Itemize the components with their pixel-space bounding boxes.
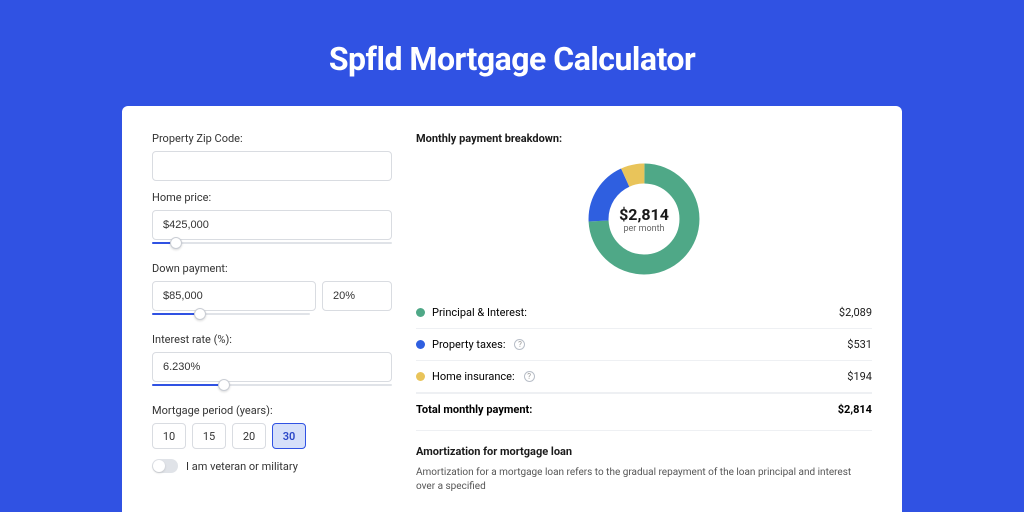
total-value: $2,814 — [838, 403, 872, 416]
donut-amount: $2,814 — [619, 205, 669, 224]
zip-input[interactable] — [152, 151, 392, 181]
donut-sub: per month — [623, 224, 664, 234]
legend-value: $2,089 — [839, 306, 872, 319]
veteran-toggle-row: I am veteran or military — [152, 459, 392, 473]
total-label: Total monthly payment: — [416, 403, 532, 416]
donut-center: $2,814 per month — [584, 159, 704, 279]
legend-value: $194 — [847, 370, 872, 383]
form-panel: Property Zip Code: Home price: Down paym… — [152, 132, 392, 512]
legend-row-principal: Principal & Interest: $2,089 — [416, 297, 872, 329]
zip-label: Property Zip Code: — [152, 132, 392, 145]
mortgage-period-label: Mortgage period (years): — [152, 404, 392, 417]
term-20-button[interactable]: 20 — [232, 423, 266, 449]
info-icon[interactable]: ? — [514, 339, 525, 350]
veteran-label: I am veteran or military — [186, 460, 298, 473]
home-price-slider[interactable] — [152, 238, 392, 252]
dot-icon — [416, 372, 425, 381]
slider-thumb[interactable] — [218, 379, 230, 391]
term-15-button[interactable]: 15 — [192, 423, 226, 449]
legend-label: Property taxes: — [432, 338, 505, 351]
down-payment-pct-input[interactable] — [322, 281, 392, 311]
term-10-button[interactable]: 10 — [152, 423, 186, 449]
legend-label: Principal & Interest: — [432, 306, 527, 319]
legend-row-insurance: Home insurance: ? $194 — [416, 361, 872, 393]
amortization-section: Amortization for mortgage loan Amortizat… — [416, 430, 872, 494]
breakdown-panel: Monthly payment breakdown: $2,814 per mo… — [416, 132, 872, 512]
mortgage-period-field-group: Mortgage period (years): 10 15 20 30 — [152, 404, 392, 449]
total-row: Total monthly payment: $2,814 — [416, 393, 872, 430]
slider-thumb[interactable] — [170, 237, 182, 249]
term-30-button[interactable]: 30 — [272, 423, 306, 449]
breakdown-title: Monthly payment breakdown: — [416, 132, 872, 145]
legend-label: Home insurance: — [432, 370, 515, 383]
legend-row-taxes: Property taxes: ? $531 — [416, 329, 872, 361]
interest-rate-input[interactable] — [152, 352, 392, 382]
dot-icon — [416, 308, 425, 317]
interest-rate-label: Interest rate (%): — [152, 333, 392, 346]
zip-field-group: Property Zip Code: — [152, 132, 392, 181]
legend-value: $531 — [847, 338, 872, 351]
down-payment-slider[interactable] — [152, 309, 310, 323]
veteran-toggle[interactable] — [152, 459, 178, 473]
down-payment-amount-input[interactable] — [152, 281, 316, 311]
interest-rate-slider[interactable] — [152, 380, 392, 394]
amortization-title: Amortization for mortgage loan — [416, 445, 872, 458]
slider-thumb[interactable] — [194, 308, 206, 320]
dot-icon — [416, 340, 425, 349]
home-price-label: Home price: — [152, 191, 392, 204]
down-payment-field-group: Down payment: — [152, 262, 392, 323]
home-price-input[interactable] — [152, 210, 392, 240]
term-buttons: 10 15 20 30 — [152, 423, 392, 449]
interest-rate-field-group: Interest rate (%): — [152, 333, 392, 394]
home-price-field-group: Home price: — [152, 191, 392, 252]
info-icon[interactable]: ? — [524, 371, 535, 382]
donut-chart: $2,814 per month — [416, 159, 872, 279]
down-payment-label: Down payment: — [152, 262, 392, 275]
calculator-card: Property Zip Code: Home price: Down paym… — [122, 106, 902, 512]
amortization-text: Amortization for a mortgage loan refers … — [416, 466, 872, 494]
page-title: Spfld Mortgage Calculator — [329, 40, 695, 78]
